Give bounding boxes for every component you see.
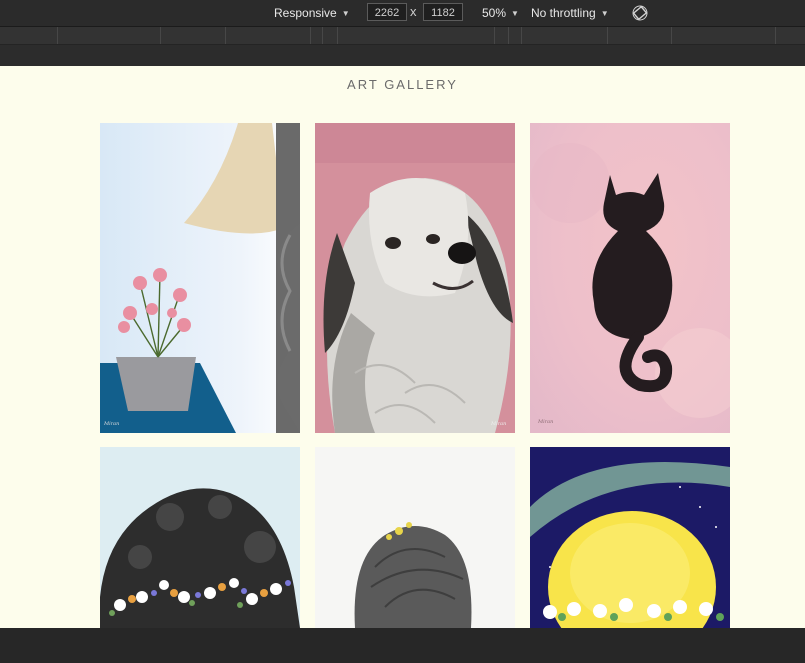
artwork-girl-back-hair[interactable] (315, 447, 515, 628)
devtools-toolbar: Responsive ▼ 2262 x 1182 50% ▼ No thrott… (0, 0, 805, 27)
artwork-flower-crown-hair[interactable] (100, 447, 300, 628)
zoom-dropdown[interactable]: 50% ▼ (482, 0, 519, 26)
device-mode-dropdown[interactable]: Responsive ▼ (274, 0, 350, 26)
page-viewport: ART GALLERY Miran Miran Miran (0, 66, 805, 628)
artwork-flowers-lamp[interactable]: Miran (100, 123, 300, 433)
chevron-down-icon: ▼ (341, 8, 350, 18)
artist-signature: Miran (537, 419, 553, 425)
media-query-ruler[interactable] (0, 27, 805, 45)
throttling-dropdown[interactable]: No throttling ▼ (531, 0, 609, 26)
page-title: ART GALLERY (347, 77, 458, 92)
devtools-bottom-bar (0, 628, 805, 663)
chevron-down-icon: ▼ (600, 8, 609, 18)
flower-crown-hair-image (100, 447, 300, 628)
artist-signature: Miran (490, 421, 506, 427)
zoom-label: 50% (482, 6, 507, 20)
device-mode-label: Responsive (274, 6, 337, 20)
viewport-height-input[interactable]: 1182 (423, 3, 463, 21)
girl-back-hair-image (315, 447, 515, 628)
throttling-label: No throttling (531, 6, 596, 20)
flowers-lamp-image: Miran (100, 123, 300, 433)
dog-image: Miran (315, 123, 515, 433)
yellow-moon-image (530, 447, 730, 628)
viewport-width-input[interactable]: 2262 (367, 3, 407, 21)
artwork-dog[interactable]: Miran (315, 123, 515, 433)
chevron-down-icon: ▼ (511, 8, 519, 18)
artwork-yellow-moon[interactable] (530, 447, 730, 628)
viewport-top-spacer (0, 45, 805, 66)
dimension-separator: x (410, 4, 417, 19)
artwork-black-cat[interactable]: Miran (530, 123, 730, 433)
artist-signature: Miran (103, 421, 119, 427)
black-cat-image: Miran (530, 123, 730, 433)
rotate-icon[interactable] (632, 5, 648, 21)
